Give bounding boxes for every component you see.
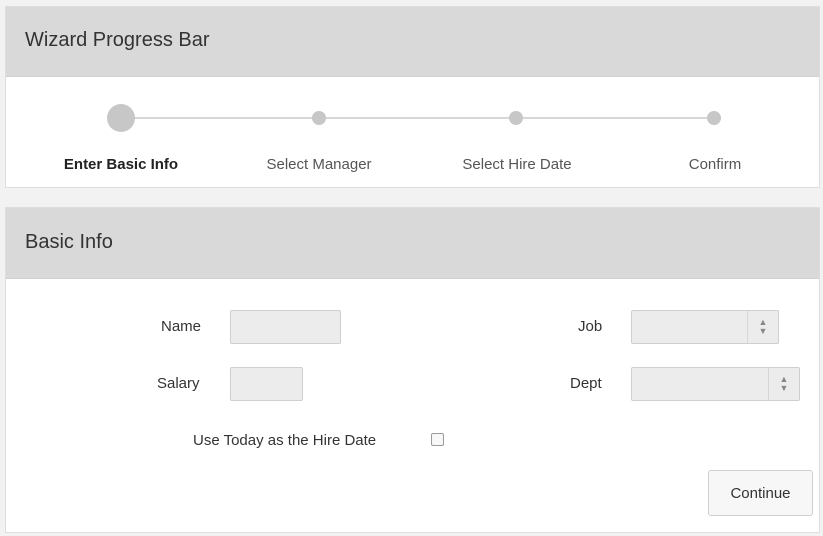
- step-2-marker[interactable]: [312, 111, 326, 125]
- job-select[interactable]: ▲ ▼: [631, 310, 779, 344]
- hire-date-checkbox-label: Use Today as the Hire Date: [193, 432, 377, 449]
- progress-track: [121, 117, 716, 119]
- continue-button[interactable]: Continue: [708, 470, 813, 516]
- hire-date-checkbox[interactable]: [431, 433, 444, 446]
- name-input[interactable]: [230, 310, 341, 344]
- step-4-marker[interactable]: [707, 111, 721, 125]
- basic-info-panel-header: Basic Info: [6, 208, 819, 279]
- step-label-select-hire-date[interactable]: Select Hire Date: [462, 156, 571, 173]
- step-label-enter-basic-info[interactable]: Enter Basic Info: [64, 156, 178, 173]
- salary-input[interactable]: [230, 367, 303, 401]
- name-label: Name: [161, 318, 202, 335]
- dept-select[interactable]: ▲ ▼: [631, 367, 800, 401]
- step-3-marker[interactable]: [509, 111, 523, 125]
- wizard-panel-header: Wizard Progress Bar: [6, 7, 819, 77]
- job-label: Job: [578, 318, 603, 335]
- dept-label: Dept: [570, 375, 602, 392]
- basic-info-panel-title: Basic Info: [25, 231, 113, 253]
- step-label-confirm[interactable]: Confirm: [689, 156, 742, 173]
- basic-info-panel: Basic Info Name Salary Job ▲ ▼ Dept ▲ ▼ Us…: [5, 207, 820, 533]
- up-down-caret-icon: ▲ ▼: [747, 311, 778, 343]
- step-1-marker[interactable]: [107, 104, 135, 132]
- up-down-caret-icon: ▲ ▼: [768, 368, 799, 400]
- salary-label: Salary: [157, 375, 200, 392]
- wizard-panel-title: Wizard Progress Bar: [25, 29, 210, 51]
- wizard-panel: Wizard Progress Bar Enter Basic Info Sel…: [5, 6, 820, 188]
- step-label-select-manager[interactable]: Select Manager: [266, 156, 371, 173]
